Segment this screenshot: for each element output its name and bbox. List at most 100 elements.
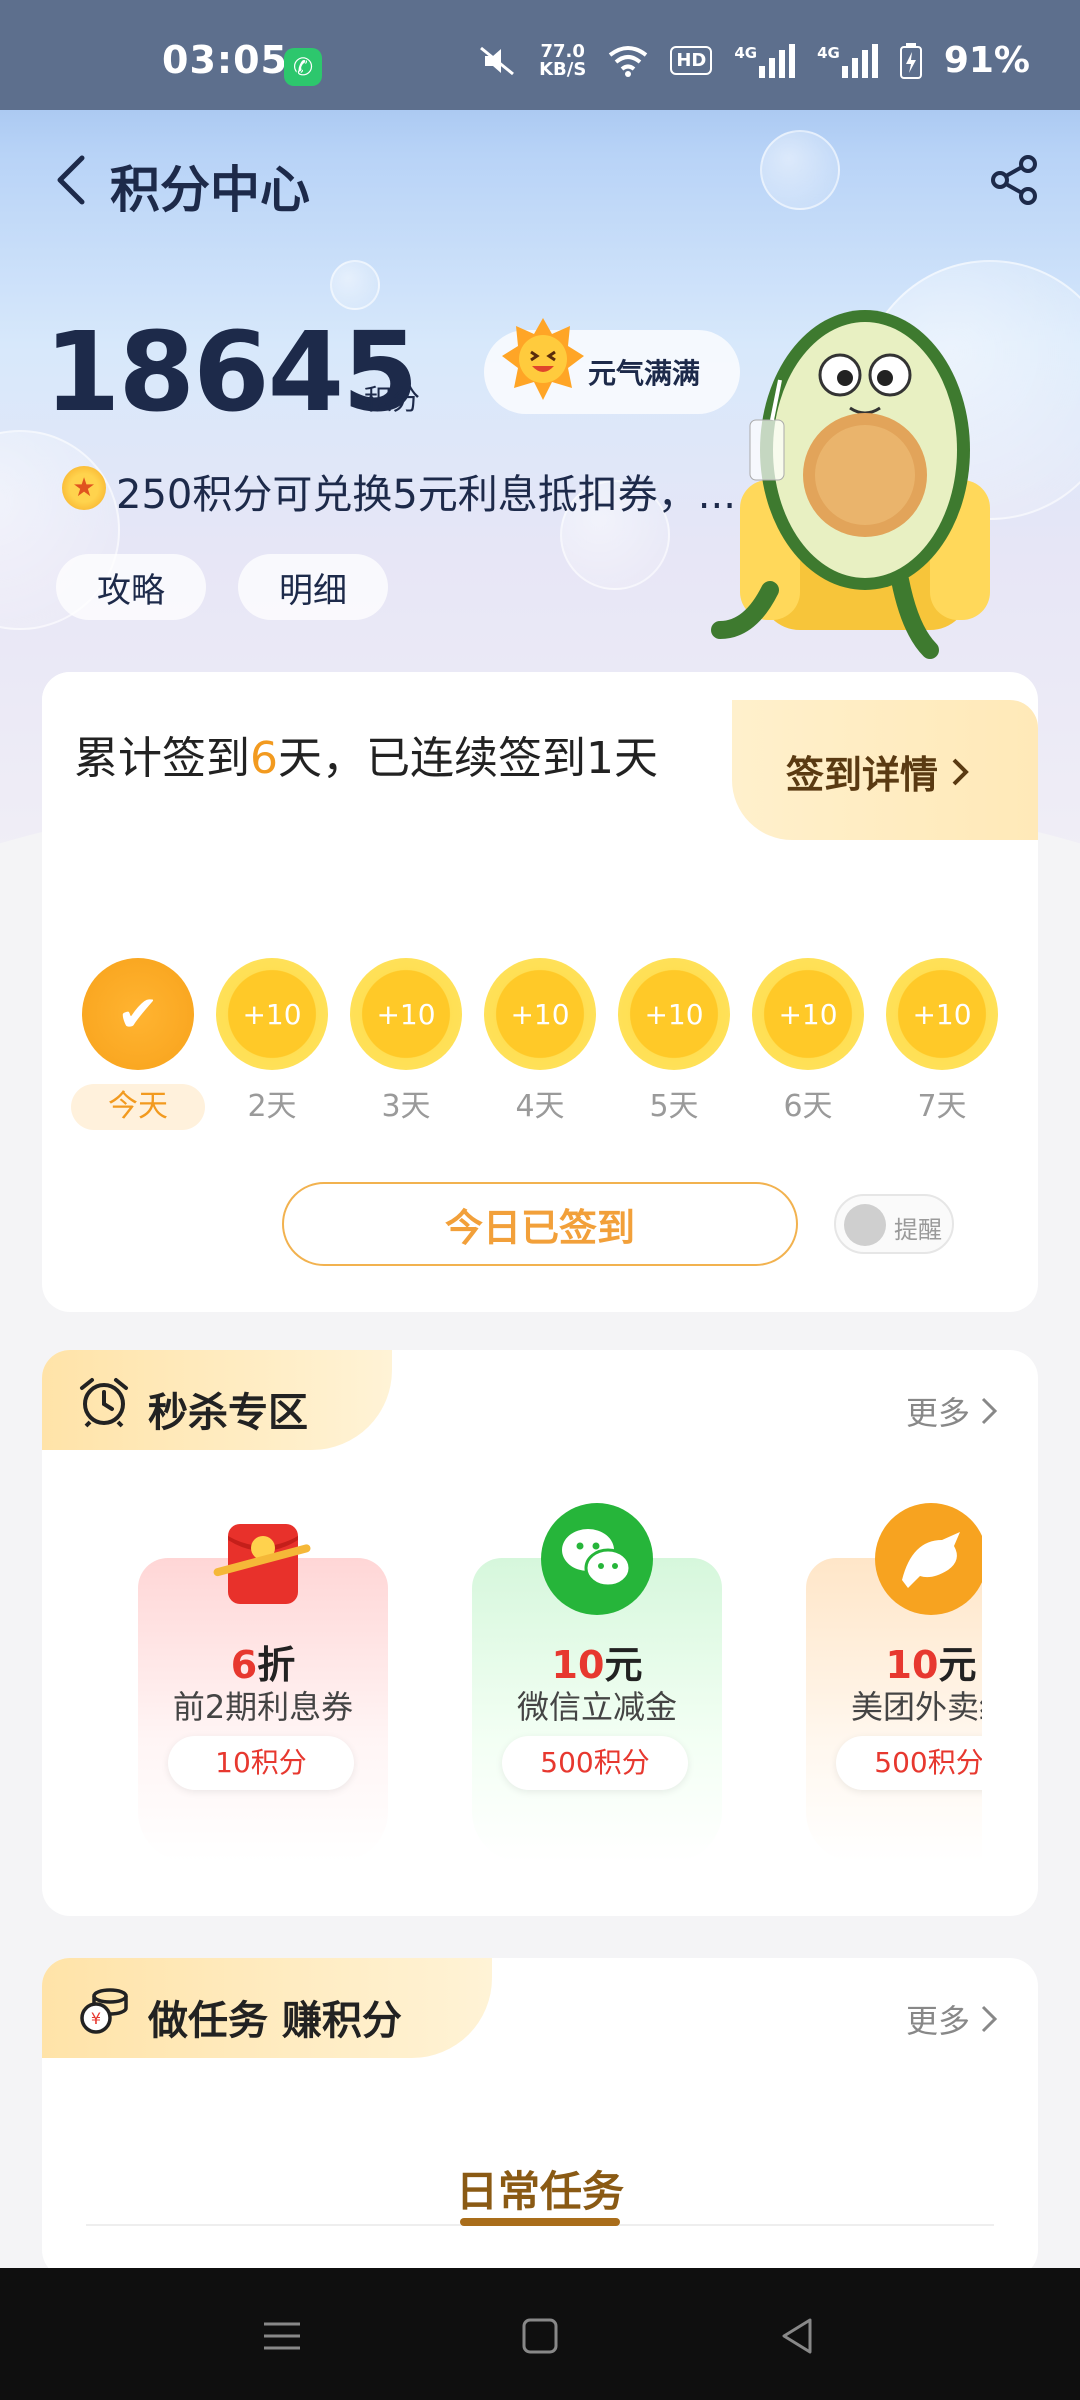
deal-unit: 元 <box>938 1643 977 1687</box>
deal-value: 10元 <box>806 1634 982 1689</box>
detail-link-label: 签到详情 <box>786 753 939 797</box>
points-total: 18645 <box>44 308 419 436</box>
flash-sale-more-link[interactable]: 更多 <box>906 1388 998 1434</box>
signin-detail-link[interactable]: 签到详情 <box>786 744 970 799</box>
remind-label: 提醒 <box>894 1216 942 1244</box>
status-bar: 03:05 ✆ 77.0 KB/S HD 4G 4G 91% <box>0 0 1080 110</box>
star-coin-icon: ★ <box>62 466 106 510</box>
day-item-3[interactable]: +10 3天 <box>346 958 466 1130</box>
speed-unit: KB/S <box>539 58 587 80</box>
mute-icon <box>480 46 515 75</box>
deal-name: 美团外卖红 <box>850 1688 982 1726</box>
deal-unit: 折 <box>257 1643 296 1687</box>
chevron-left-icon[interactable] <box>50 150 90 210</box>
day-item-1[interactable]: ✔ 今天 <box>71 958 205 1130</box>
signin-summary: 累计签到6天，已连续签到1天 <box>74 722 658 786</box>
meituan-kangaroo-icon <box>875 1503 982 1615</box>
details-button[interactable]: 明细 <box>238 554 388 620</box>
exchange-tip[interactable]: 250积分可兑换5元利息抵扣券，... <box>116 462 736 520</box>
avocado-mascot-icon <box>711 310 990 659</box>
hd-icon: HD <box>670 46 713 75</box>
deal-value: 10元 <box>472 1634 722 1689</box>
share-icon[interactable] <box>986 152 1042 208</box>
deal-cost-button[interactable]: 10积分 <box>168 1736 354 1790</box>
battery-level: 91% <box>943 40 1030 81</box>
network-speed: 77.0 KB/S <box>539 42 587 80</box>
day-item-4[interactable]: +10 4天 <box>480 958 600 1130</box>
network-type: 4G <box>817 43 840 62</box>
signal-icon: 4G <box>734 43 796 78</box>
deal-cost-button[interactable]: 500积分 <box>502 1736 688 1790</box>
coin-icon: +10 <box>618 958 730 1070</box>
deal-unit: 元 <box>604 1643 643 1687</box>
coin-icon: +10 <box>752 958 864 1070</box>
day-label: 6天 <box>783 1089 833 1124</box>
chevron-right-icon <box>981 2005 998 2033</box>
deal-name: 前2期利息券 <box>172 1688 354 1726</box>
wifi-icon <box>609 45 648 77</box>
top-navigation: 积分中心 <box>0 110 1080 250</box>
strategy-button[interactable]: 攻略 <box>56 554 206 620</box>
page-title: 积分中心 <box>110 161 310 219</box>
flash-sale-title: 秒杀专区 <box>148 1390 308 1436</box>
battery-icon <box>899 42 922 79</box>
points-unit: 积分 <box>364 383 421 416</box>
alarm-clock-icon <box>80 1378 128 1428</box>
deal-card[interactable]: 6折 前2期利息券 10积分 <box>138 1500 388 1880</box>
day-item-2[interactable]: +10 2天 <box>212 958 332 1130</box>
tasks-card: ¥ 做任务 赚积分 更多 日常任务 <box>42 1958 1038 2278</box>
sun-face-icon <box>502 318 584 400</box>
deal-card[interactable]: 10元 美团外卖红 500积分 <box>806 1500 982 1880</box>
deal-list: 6折 前2期利息券 10积分 10元 微信立减金 500积分 10元 美团外卖 … <box>42 1500 982 1880</box>
more-label: 更多 <box>905 2002 970 2040</box>
menu-icon[interactable] <box>254 2308 310 2364</box>
toggle-knob <box>844 1204 886 1246</box>
coin-stack-icon: ¥ <box>80 1988 128 2034</box>
summary-suffix: 天，已连续签到1天 <box>278 733 658 784</box>
mood-text: 元气满满 <box>588 357 701 390</box>
tasks-more-link[interactable]: 更多 <box>906 1996 998 2042</box>
deal-card[interactable]: 10元 微信立减金 500积分 <box>472 1500 722 1880</box>
deal-number: 6 <box>230 1643 258 1687</box>
coin-icon: +10 <box>886 958 998 1070</box>
network-type: 4G <box>734 43 758 62</box>
deal-name: 微信立减金 <box>516 1688 677 1726</box>
coin-icon: +10 <box>216 958 328 1070</box>
deal-number: 10 <box>551 1643 605 1687</box>
deal-cost-button[interactable]: 500积分 <box>836 1736 982 1790</box>
back-icon[interactable] <box>770 2308 826 2364</box>
day-label: 5天 <box>649 1089 699 1124</box>
tab-daily-tasks[interactable]: 日常任务 <box>42 2158 1038 2219</box>
day-item-7[interactable]: +10 7天 <box>882 958 1002 1130</box>
day-label: 2天 <box>247 1089 297 1124</box>
day-label: 3天 <box>381 1089 431 1124</box>
day-item-5[interactable]: +10 5天 <box>614 958 734 1130</box>
more-label: 更多 <box>905 1394 970 1432</box>
status-icons: 77.0 KB/S HD 4G 4G 91% <box>477 40 1030 81</box>
signal-icon: 4G <box>817 43 878 78</box>
chevron-right-icon <box>952 758 969 785</box>
signin-days: ✔ 今天 +10 2天 +10 3天 +10 4天 +10 5天 +10 6天 … <box>71 958 1008 1158</box>
signed-today-button[interactable]: 今日已签到 <box>282 1182 798 1266</box>
check-icon: ✔ <box>82 958 194 1070</box>
tasks-title: 做任务 赚积分 <box>148 1998 402 2044</box>
signin-card: 累计签到6天，已连续签到1天 签到详情 ✔ 今天 +10 2天 +10 3天 +… <box>42 672 1038 1312</box>
day-item-6[interactable]: +10 6天 <box>748 958 868 1130</box>
coin-icon: +10 <box>484 958 596 1070</box>
summary-prefix: 累计签到 <box>74 733 250 784</box>
day-label: 7天 <box>917 1089 967 1124</box>
remind-toggle[interactable]: 提醒 <box>834 1194 954 1254</box>
home-icon[interactable] <box>512 2308 568 2364</box>
system-nav-bar <box>0 2268 1080 2400</box>
status-time: 03:05 <box>162 38 288 82</box>
deal-number: 10 <box>885 1643 939 1687</box>
day-label: 今天 <box>71 1084 205 1130</box>
flash-sale-card: 秒杀专区 更多 6折 前2期利息券 10积分 10元 微信立减金 500积分 1… <box>42 1350 1038 1916</box>
chevron-right-icon <box>981 1397 998 1425</box>
svg-text:¥: ¥ <box>91 2009 101 2028</box>
red-envelope-icon <box>213 1524 311 1604</box>
phone-icon: ✆ <box>284 48 322 86</box>
day-label: 4天 <box>515 1089 565 1124</box>
tab-indicator <box>460 2218 620 2226</box>
deal-value: 6折 <box>138 1634 388 1689</box>
